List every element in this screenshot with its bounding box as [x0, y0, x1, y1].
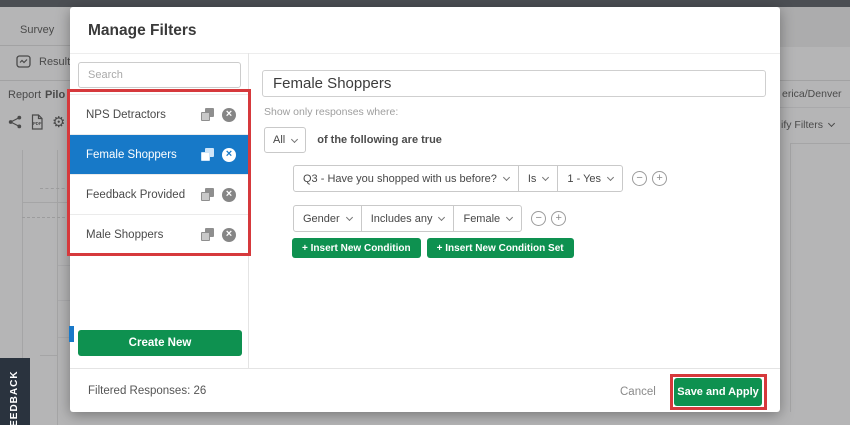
filter-list-item-female-shoppers[interactable]: Female Shoppers × [70, 135, 248, 175]
filtered-responses-count: Filtered Responses: 26 [88, 385, 207, 397]
bg-panel-border [790, 143, 850, 144]
nav-tab-report[interactable]: Report Pilo [8, 89, 65, 101]
add-condition-icon[interactable]: + [652, 171, 668, 186]
gear-icon[interactable]: ⚙ [52, 114, 65, 130]
remove-condition-icon[interactable]: − [632, 171, 648, 186]
nav-tab-results[interactable]: Results [16, 55, 76, 68]
nav-tab-survey[interactable]: Survey [20, 24, 54, 36]
copy-filter-icon[interactable] [201, 148, 214, 161]
condition-field-value: Gender [303, 212, 340, 225]
divider [70, 53, 780, 54]
condition-operator-value: Is [527, 172, 537, 185]
chevron-down-icon [291, 135, 299, 143]
report-label: Report [8, 89, 42, 101]
bg-chart-gridline [57, 300, 70, 301]
condition-operator-value: Includes any [370, 212, 433, 225]
modify-filters-dropdown[interactable]: ify Filters [781, 119, 836, 131]
condition-operator-dropdown[interactable]: Includes any [362, 206, 455, 231]
filter-list-item-nps-detractors[interactable]: NPS Detractors × [70, 95, 248, 135]
condition-field-value: Q3 - Have you shopped with us before? [303, 172, 497, 185]
condition-controls: Q3 - Have you shopped with us before? Is… [293, 165, 624, 192]
copy-filter-icon[interactable] [201, 188, 214, 201]
condition-row: Gender Includes any Female − + [293, 205, 567, 232]
chevron-down-icon [438, 213, 446, 222]
chevron-down-icon [827, 119, 836, 128]
condition-field-dropdown[interactable]: Q3 - Have you shopped with us before? [294, 166, 519, 191]
filter-list-item-feedback-provided[interactable]: Feedback Provided × [70, 175, 248, 215]
cancel-button[interactable]: Cancel [620, 386, 656, 398]
chevron-down-icon [506, 213, 514, 222]
divider [0, 80, 70, 81]
condition-field-dropdown[interactable]: Gender [294, 206, 362, 231]
chevron-down-icon [607, 173, 615, 182]
delete-filter-icon[interactable]: × [222, 147, 236, 162]
condition-row-actions: − + [531, 211, 567, 226]
filter-name-label: Female Shoppers [86, 148, 177, 161]
delete-filter-icon[interactable]: × [222, 107, 236, 122]
feedback-side-tab[interactable]: FEEDBACK [0, 358, 30, 425]
bg-chart-border [22, 150, 23, 358]
add-condition-icon[interactable]: + [551, 211, 567, 226]
copy-filter-icon[interactable] [201, 228, 214, 241]
report-toolbar: PDF ⚙ [8, 114, 65, 130]
create-new-button[interactable]: Create New [78, 330, 242, 356]
report-name-label: Pilo [45, 89, 66, 101]
filter-name-input[interactable] [262, 70, 766, 97]
divider [248, 53, 249, 368]
bg-chart-gridline [22, 202, 70, 203]
modify-filters-label: ify Filters [781, 119, 823, 131]
share-icon[interactable] [8, 115, 22, 129]
chevron-down-icon [542, 173, 550, 182]
divider [780, 107, 850, 108]
bg-chart-dashed-line [22, 217, 70, 218]
manage-filters-modal: Manage Filters NPS Detractors × Female S… [70, 7, 780, 412]
condition-row: Q3 - Have you shopped with us before? Is… [293, 165, 668, 192]
delete-filter-icon[interactable]: × [222, 227, 236, 242]
chevron-down-icon [345, 213, 353, 222]
bg-panel-border [790, 143, 791, 412]
match-suffix-label: of the following are true [317, 134, 442, 146]
remove-condition-icon[interactable]: − [531, 211, 547, 226]
bg-chart-dashed-line [40, 188, 70, 189]
insert-new-condition-button[interactable]: + Insert New Condition [292, 238, 421, 258]
condition-controls: Gender Includes any Female [293, 205, 523, 232]
condition-operator-dropdown[interactable]: Is [519, 166, 559, 191]
condition-row-actions: − + [632, 171, 668, 186]
match-all-value: All [273, 134, 286, 146]
condition-value: 1 - Yes [567, 172, 602, 185]
condition-value-dropdown[interactable]: Female [454, 206, 521, 231]
filter-name-label: NPS Detractors [86, 108, 166, 121]
browser-top-strip [0, 0, 850, 7]
pdf-export-icon[interactable]: PDF [30, 114, 44, 130]
save-and-apply-button[interactable]: Save and Apply [674, 378, 762, 406]
chevron-down-icon [502, 173, 510, 182]
bg-chart-gridline [57, 150, 58, 425]
match-all-dropdown[interactable]: All [264, 127, 307, 153]
match-condition-row: All of the following are true [264, 127, 442, 153]
timezone-label: erica/Denver [782, 88, 842, 100]
bg-chart-gridline [57, 265, 70, 266]
delete-filter-icon[interactable]: × [222, 187, 236, 202]
background-topright-band [780, 7, 850, 47]
bg-chart-gridline [40, 355, 57, 356]
filter-name-label: Male Shoppers [86, 228, 164, 241]
divider [780, 80, 850, 81]
background-artifact [69, 326, 74, 342]
results-icon [16, 55, 31, 68]
condition-value-dropdown[interactable]: 1 - Yes [558, 166, 622, 191]
filter-name-label: Feedback Provided [86, 188, 186, 201]
divider [0, 45, 70, 46]
insert-buttons-row: + Insert New Condition + Insert New Cond… [292, 238, 574, 258]
show-only-label: Show only responses where: [264, 106, 399, 118]
modal-title: Manage Filters [88, 22, 197, 39]
insert-new-condition-set-button[interactable]: + Insert New Condition Set [426, 238, 574, 258]
filter-list: NPS Detractors × Female Shoppers × Feedb… [70, 94, 248, 255]
filter-search-input[interactable] [78, 62, 241, 88]
copy-filter-icon[interactable] [201, 108, 214, 121]
condition-value: Female [463, 212, 501, 225]
pdf-icon-label: PDF [33, 121, 42, 126]
feedback-side-tab-label: FEEDBACK [9, 370, 20, 425]
filter-list-item-male-shoppers[interactable]: Male Shoppers × [70, 215, 248, 255]
divider [70, 368, 780, 369]
